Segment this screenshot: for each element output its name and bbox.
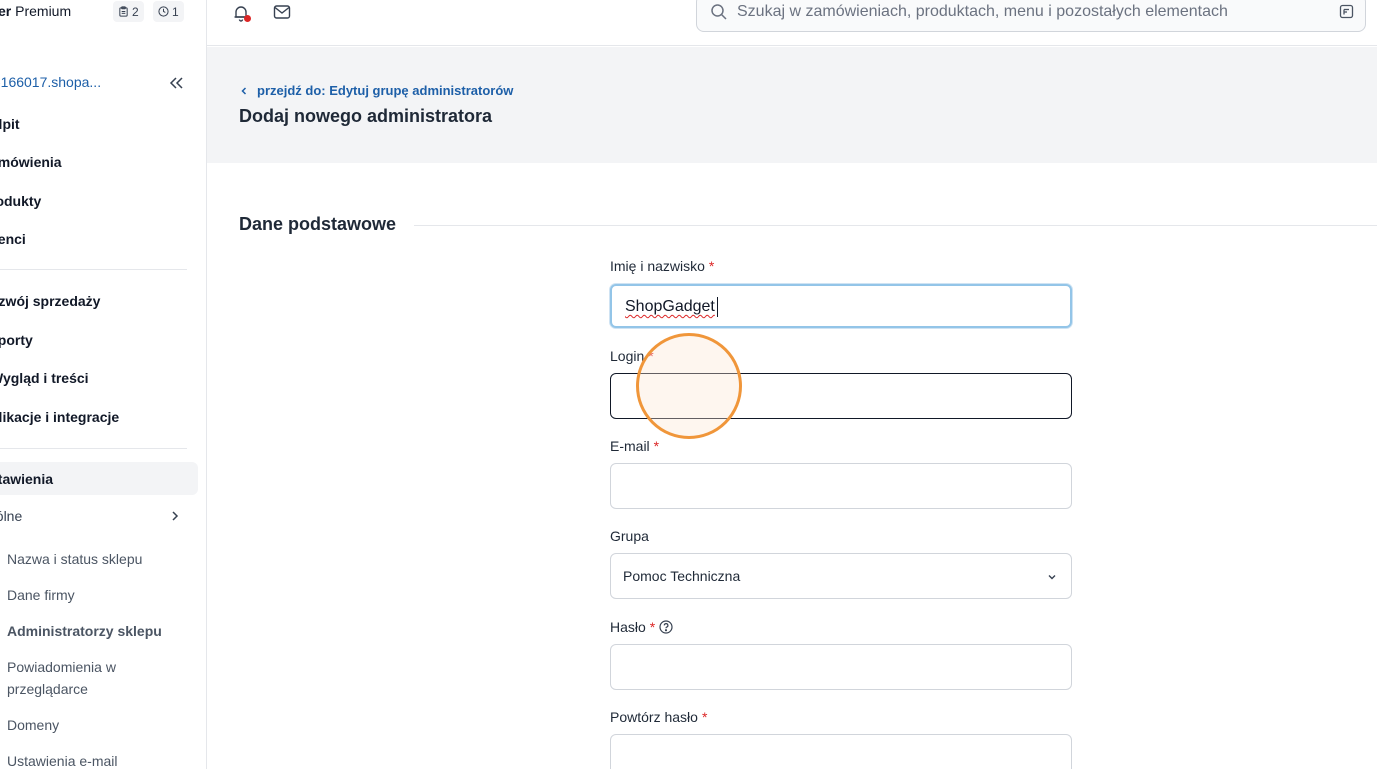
nav-item-sales-growth[interactable]: ozwój sprzedaży [0, 293, 100, 309]
sidebar-item-email-settings[interactable]: Ustawienia e-mail [7, 750, 117, 769]
sidebar-item-admins[interactable]: Administratorzy sklepu [7, 620, 162, 642]
search-icon [711, 4, 727, 20]
keyboard-shortcut-icon [1339, 4, 1354, 19]
section-divider [414, 225, 1377, 226]
group-select[interactable]: Pomoc Techniczna [610, 553, 1072, 599]
required-mark: * [649, 619, 656, 635]
nav-item-apps[interactable]: plikacje i integracje [0, 409, 119, 425]
brand-name: er Premium [0, 3, 72, 19]
settings-general-group[interactable]: gólne [0, 508, 22, 524]
store-link[interactable]: -166017.shopa... [0, 74, 101, 90]
nav-divider [0, 269, 187, 270]
password-field[interactable] [610, 644, 1072, 690]
back-link-label: przejdź do: Edytuj grupę administratorów [257, 83, 514, 98]
email-label: E-mail * [610, 438, 660, 454]
help-icon[interactable] [659, 620, 673, 634]
login-field[interactable] [610, 373, 1072, 419]
sidebar: er Premium 2 1 -166017.shopa... ulpit am… [0, 0, 207, 769]
history-count: 1 [172, 4, 179, 19]
required-mark: * [708, 258, 715, 274]
nav-divider [0, 448, 187, 449]
name-label: Imię i nazwisko * [610, 258, 715, 274]
nav-item-customers[interactable]: lienci [0, 231, 26, 247]
nav-item-reports[interactable]: aporty [0, 332, 33, 348]
back-link[interactable]: przejdź do: Edytuj grupę administratorów [239, 83, 513, 98]
group-selected-value: Pomoc Techniczna [623, 568, 741, 584]
required-mark: * [648, 348, 654, 364]
login-label: Login * [610, 348, 654, 364]
notification-dot [244, 15, 251, 22]
sidebar-item-domains[interactable]: Domeny [7, 714, 59, 736]
email-field[interactable] [610, 463, 1072, 509]
text-caret [717, 297, 718, 317]
clipboard-icon [119, 6, 128, 17]
nav-item-settings[interactable]: stawienia [0, 471, 53, 487]
name-field[interactable]: ShopGadget [610, 284, 1072, 328]
sidebar-item-browser-notifications[interactable]: Powiadomienia w przeglądarce [7, 656, 167, 700]
repeat-password-field[interactable] [610, 734, 1072, 769]
password-label: Hasło * [610, 619, 673, 635]
tasks-badge[interactable]: 2 [113, 1, 144, 22]
chevron-right-icon[interactable] [168, 509, 182, 523]
brand-row: er Premium 2 1 [0, 0, 206, 24]
nav-item-orders[interactable]: amówienia [0, 154, 62, 170]
chevron-down-icon [1048, 575, 1056, 580]
clock-icon [158, 6, 169, 17]
collapse-sidebar-icon[interactable] [166, 73, 186, 93]
history-badge[interactable]: 1 [153, 1, 184, 22]
nav-item-products[interactable]: rodukty [0, 193, 41, 209]
repeat-password-label: Powtórz hasło * [610, 709, 708, 725]
store-row: -166017.shopa... [0, 72, 206, 94]
page-title: Dodaj nowego administratora [239, 106, 493, 126]
required-mark: * [653, 438, 660, 454]
search-input[interactable] [737, 1, 1317, 23]
nav-item-appearance[interactable]: Wygląd i treści [0, 370, 89, 386]
name-value: ShopGadget [625, 298, 715, 315]
group-label: Grupa [610, 528, 649, 544]
tasks-count: 2 [132, 4, 139, 19]
topbar [207, 0, 1377, 46]
nav-item-dashboard[interactable]: ulpit [0, 116, 20, 132]
global-search[interactable] [696, 0, 1366, 32]
chevron-left-icon [241, 86, 247, 95]
mail-icon[interactable] [273, 4, 291, 20]
required-mark: * [701, 709, 708, 725]
sidebar-item-company-data[interactable]: Dane firmy [7, 584, 75, 606]
section-title: Dane podstawowe [239, 214, 397, 234]
sidebar-item-store-name[interactable]: Nazwa i status sklepu [7, 548, 142, 570]
page-header: przejdź do: Edytuj grupę administratorów… [207, 47, 1377, 163]
